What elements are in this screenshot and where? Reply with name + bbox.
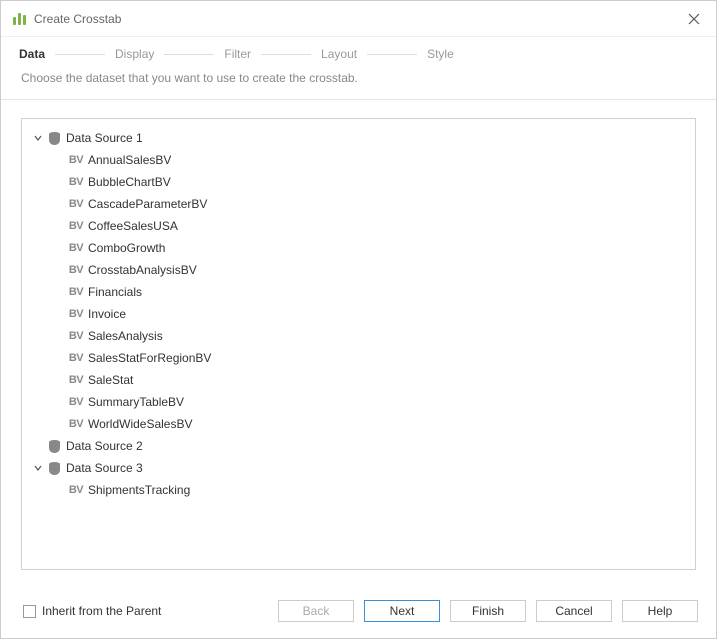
tree-dataset[interactable]: BV CoffeeSalesUSA bbox=[26, 215, 691, 237]
step-divider bbox=[164, 54, 214, 55]
footer: Inherit from the Parent Back Next Finish… bbox=[1, 588, 716, 638]
inherit-label: Inherit from the Parent bbox=[42, 604, 161, 618]
tree-datasource[interactable]: Data Source 1 bbox=[26, 127, 691, 149]
tree-dataset[interactable]: BV SaleStat bbox=[26, 369, 691, 391]
step-divider bbox=[261, 54, 311, 55]
bv-icon: BV bbox=[68, 262, 84, 278]
step-data[interactable]: Data bbox=[17, 47, 47, 61]
tree-dataset[interactable]: BV Invoice bbox=[26, 303, 691, 325]
step-divider bbox=[367, 54, 417, 55]
tree-node-label: SalesStatForRegionBV bbox=[88, 351, 211, 365]
bv-icon: BV bbox=[68, 152, 84, 168]
main-content: Data Source 1 BV AnnualSalesBV BV BubbleChar… bbox=[1, 100, 716, 588]
tree-node-label: BubbleChartBV bbox=[88, 175, 171, 189]
step-style[interactable]: Style bbox=[425, 47, 456, 61]
chevron-icon bbox=[32, 440, 44, 452]
tree-dataset[interactable]: BV SalesStatForRegionBV bbox=[26, 347, 691, 369]
titlebar: Create Crosstab bbox=[1, 1, 716, 37]
bv-icon: BV bbox=[68, 394, 84, 410]
step-divider bbox=[55, 54, 105, 55]
step-layout[interactable]: Layout bbox=[319, 47, 359, 61]
bv-icon: BV bbox=[68, 482, 84, 498]
next-button[interactable]: Next bbox=[364, 600, 440, 622]
tree-datasource[interactable]: Data Source 3 bbox=[26, 457, 691, 479]
bv-icon: BV bbox=[68, 240, 84, 256]
checkbox-icon bbox=[23, 605, 36, 618]
step-filter[interactable]: Filter bbox=[222, 47, 253, 61]
bv-icon: BV bbox=[68, 416, 84, 432]
bv-icon: BV bbox=[68, 218, 84, 234]
tree-dataset[interactable]: BV CascadeParameterBV bbox=[26, 193, 691, 215]
app-icon bbox=[13, 13, 26, 25]
database-icon bbox=[46, 438, 62, 454]
window-title: Create Crosstab bbox=[34, 12, 684, 26]
tree-node-label: CascadeParameterBV bbox=[88, 197, 207, 211]
tree-node-label: CoffeeSalesUSA bbox=[88, 219, 178, 233]
finish-button[interactable]: Finish bbox=[450, 600, 526, 622]
tree-node-label: CrosstabAnalysisBV bbox=[88, 263, 197, 277]
tree-node-label: SalesAnalysis bbox=[88, 329, 163, 343]
tree-node-label: Financials bbox=[88, 285, 142, 299]
tree-dataset[interactable]: BV CrosstabAnalysisBV bbox=[26, 259, 691, 281]
bv-icon: BV bbox=[68, 328, 84, 344]
tree-node-label: Data Source 2 bbox=[66, 439, 143, 453]
tree-datasource[interactable]: Data Source 2 bbox=[26, 435, 691, 457]
tree-dataset[interactable]: BV AnnualSalesBV bbox=[26, 149, 691, 171]
tree-dataset[interactable]: BV SalesAnalysis bbox=[26, 325, 691, 347]
bv-icon: BV bbox=[68, 284, 84, 300]
subtitle: Choose the dataset that you want to use … bbox=[1, 69, 716, 99]
tree-node-label: ComboGrowth bbox=[88, 241, 165, 255]
tree-node-label: SaleStat bbox=[88, 373, 133, 387]
tree-dataset[interactable]: BV ShipmentsTracking bbox=[26, 479, 691, 501]
tree-dataset[interactable]: BV SummaryTableBV bbox=[26, 391, 691, 413]
tree-node-label: Data Source 3 bbox=[66, 461, 143, 475]
database-icon bbox=[46, 130, 62, 146]
inherit-checkbox[interactable]: Inherit from the Parent bbox=[23, 604, 161, 618]
tree-dataset[interactable]: BV ComboGrowth bbox=[26, 237, 691, 259]
chevron-icon bbox=[32, 462, 44, 474]
tree-node-label: Data Source 1 bbox=[66, 131, 143, 145]
tree-node-label: SummaryTableBV bbox=[88, 395, 184, 409]
tree-node-label: ShipmentsTracking bbox=[88, 483, 190, 497]
tree-node-label: AnnualSalesBV bbox=[88, 153, 171, 167]
dataset-tree[interactable]: Data Source 1 BV AnnualSalesBV BV BubbleChar… bbox=[21, 118, 696, 570]
tree-dataset[interactable]: BV Financials bbox=[26, 281, 691, 303]
tree-node-label: WorldWideSalesBV bbox=[88, 417, 192, 431]
tree-dataset[interactable]: BV BubbleChartBV bbox=[26, 171, 691, 193]
step-display[interactable]: Display bbox=[113, 47, 156, 61]
tree-node-label: Invoice bbox=[88, 307, 126, 321]
bv-icon: BV bbox=[68, 350, 84, 366]
help-button[interactable]: Help bbox=[622, 600, 698, 622]
database-icon bbox=[46, 460, 62, 476]
tree-dataset[interactable]: BV WorldWideSalesBV bbox=[26, 413, 691, 435]
bv-icon: BV bbox=[68, 174, 84, 190]
bv-icon: BV bbox=[68, 306, 84, 322]
bv-icon: BV bbox=[68, 196, 84, 212]
back-button: Back bbox=[278, 600, 354, 622]
bv-icon: BV bbox=[68, 372, 84, 388]
close-button[interactable] bbox=[684, 9, 704, 29]
chevron-icon bbox=[32, 132, 44, 144]
cancel-button[interactable]: Cancel bbox=[536, 600, 612, 622]
wizard-steps: Data Display Filter Layout Style bbox=[1, 37, 716, 69]
